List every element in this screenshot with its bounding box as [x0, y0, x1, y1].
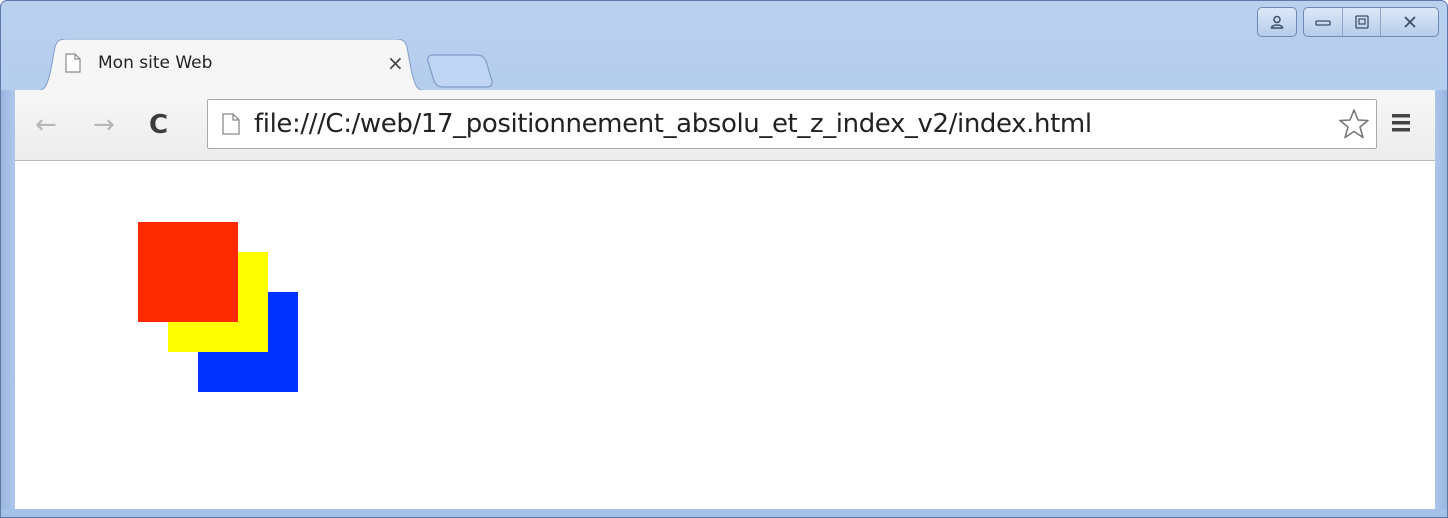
user-icon — [1270, 15, 1284, 29]
page-content — [15, 161, 1435, 511]
address-bar[interactable]: file:///C:/web/17_positionnement_absolu_… — [207, 99, 1377, 149]
reload-button[interactable]: C — [149, 110, 168, 140]
tab-close-icon[interactable]: × — [387, 51, 404, 75]
profile-button[interactable] — [1258, 8, 1296, 36]
browser-window: Mon site Web × ← → C file:///C:/web/17_p… — [0, 0, 1448, 518]
window-frame-left — [1, 90, 15, 517]
forward-button[interactable]: → — [93, 110, 115, 140]
page-icon — [222, 113, 240, 139]
tab-title: Mon site Web — [98, 53, 213, 73]
maximize-icon — [1354, 15, 1369, 29]
menu-icon[interactable] — [1391, 112, 1411, 138]
minimize-button[interactable] — [1304, 8, 1342, 36]
new-tab-button[interactable] — [426, 53, 496, 93]
close-icon — [1403, 16, 1416, 28]
browser-toolbar: ← → C file:///C:/web/17_positionnement_a… — [15, 90, 1435, 161]
window-frame-right — [1433, 90, 1447, 517]
window-button-group — [1303, 7, 1439, 37]
tab-shape — [35, 39, 427, 91]
close-window-button[interactable] — [1380, 8, 1438, 36]
new-tab-icon — [427, 54, 493, 88]
back-button[interactable]: ← — [35, 110, 57, 140]
window-controls — [1257, 7, 1439, 37]
bookmark-star-icon[interactable] — [1338, 108, 1370, 144]
tab-active[interactable]: Mon site Web × — [35, 39, 427, 91]
minimize-icon — [1315, 20, 1331, 26]
page-icon — [65, 53, 81, 77]
window-frame-bottom — [1, 509, 1447, 517]
url-text[interactable]: file:///C:/web/17_positionnement_absolu_… — [254, 109, 1092, 139]
profile-button-group — [1257, 7, 1297, 37]
red-square — [138, 222, 238, 322]
maximize-button[interactable] — [1342, 8, 1380, 36]
